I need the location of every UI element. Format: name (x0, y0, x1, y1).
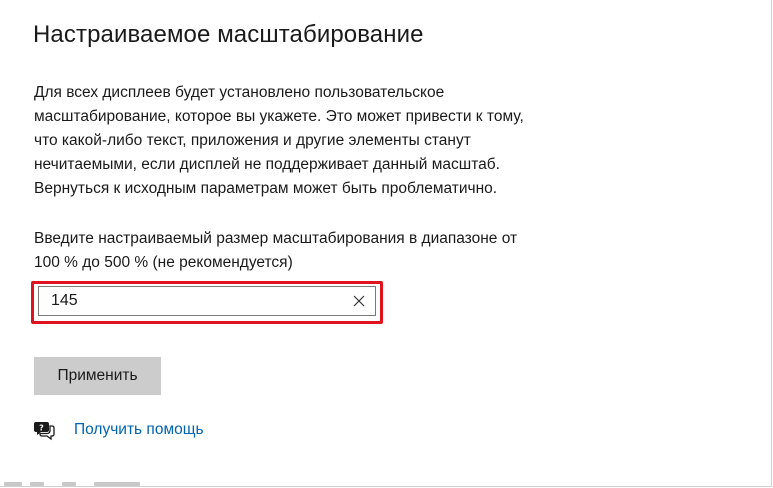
close-icon (353, 295, 365, 307)
svg-text:?: ? (39, 424, 44, 433)
ghost-mark (62, 482, 76, 486)
prompt-line: 100 % до 500 % (не рекомендуется) (34, 254, 293, 271)
custom-scaling-panel: Настраиваемое масштабирование Для всех д… (0, 0, 772, 487)
ghost-mark (94, 482, 140, 486)
ghost-mark (4, 482, 22, 486)
scale-range-prompt: Введите настраиваемый размер масштабиров… (34, 227, 594, 275)
get-help-link[interactable]: Получить помощь (74, 421, 204, 439)
scale-input[interactable] (39, 287, 339, 315)
warning-line: нечитаемыми, если дисплей не поддерживае… (34, 156, 500, 173)
prompt-line: Введите настраиваемый размер масштабиров… (34, 230, 518, 247)
ghost-mark (30, 482, 44, 486)
page-title: Настраиваемое масштабирование (33, 21, 424, 48)
scale-input-box (38, 286, 376, 316)
chat-help-icon: ? (33, 419, 55, 441)
apply-button[interactable]: Применить (34, 357, 161, 395)
warning-line: Для всех дисплеев будет установлено поль… (34, 84, 445, 101)
warning-line: что какой-либо текст, приложения и други… (34, 132, 471, 149)
clear-input-button[interactable] (349, 291, 369, 311)
warning-line: Вернуться к исходным параметрам может бы… (34, 180, 498, 197)
get-help-row: ? Получить помощь (33, 416, 204, 444)
scaling-warning-text: Для всех дисплеев будет установлено поль… (34, 81, 594, 201)
warning-line: масштабирование, которое вы укажете. Это… (34, 108, 524, 125)
background-window-strip (0, 482, 773, 488)
